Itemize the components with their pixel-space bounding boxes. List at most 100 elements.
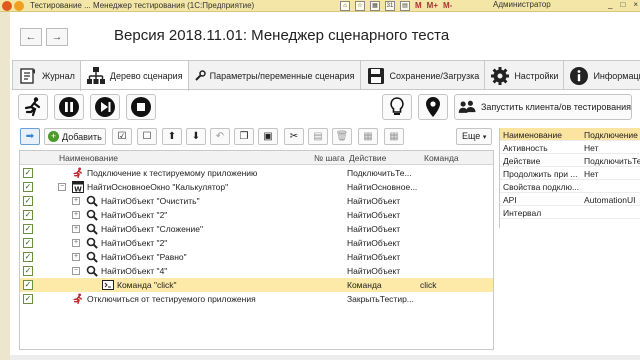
tab-info[interactable]: Информация xyxy=(563,60,640,90)
close-button[interactable]: × xyxy=(633,0,638,9)
grid-settings-button[interactable]: ▦ xyxy=(358,128,378,145)
collapse-icon[interactable]: − xyxy=(58,183,66,191)
tab-scenario-tree[interactable]: Дерево сценария xyxy=(79,60,189,91)
table-row[interactable]: ✓ Подключение к тестируемому приложению По… xyxy=(20,166,493,180)
step-button[interactable] xyxy=(90,94,120,120)
pause-button[interactable] xyxy=(54,94,84,120)
table-row[interactable]: ✓ − W НайтиОсновноеОкно "Калькулятор" НайтиО… xyxy=(20,180,493,194)
property-value[interactable]: AutomationUI xyxy=(584,195,636,205)
expand-icon[interactable]: + xyxy=(72,253,80,261)
home-icon[interactable]: ⌂ xyxy=(340,1,350,11)
launch-clients-button[interactable]: Запустить клиента/ов тестирования xyxy=(454,94,632,120)
copy-icon: ❐ xyxy=(239,131,249,142)
calculator-icon[interactable]: ▦ xyxy=(370,1,380,11)
property-row[interactable]: Действие ПодключитьТе xyxy=(500,154,640,167)
minimize-button[interactable]: _ xyxy=(608,0,612,9)
tab-parameters[interactable]: Параметры/переменные сценария xyxy=(187,60,361,90)
collapse-icon[interactable]: − xyxy=(72,267,80,275)
row-name: НайтиОбъект "Очистить" xyxy=(101,196,200,206)
row-checkbox[interactable]: ✓ xyxy=(23,280,33,290)
row-checkbox[interactable]: ✓ xyxy=(23,210,33,220)
row-checkbox[interactable]: ✓ xyxy=(23,182,33,192)
property-row[interactable]: Интервал xyxy=(500,206,640,219)
uncheck-all-button[interactable]: ☐ xyxy=(137,128,157,145)
table-row[interactable]: ✓ − НайтиОбъект "4" НайтиОбъект xyxy=(20,264,493,278)
tab-settings[interactable]: Настройки xyxy=(484,60,565,90)
clipboard-icon[interactable]: ▤ xyxy=(400,1,410,11)
map-pin-icon xyxy=(426,97,440,117)
row-name: НайтиОбъект "2" xyxy=(101,210,168,220)
clipboard-copy-button[interactable]: ▤ xyxy=(308,128,328,145)
row-checkbox[interactable]: ✓ xyxy=(23,238,33,248)
memory-button[interactable]: M xyxy=(415,1,422,11)
star-icon[interactable]: ☆ xyxy=(355,1,365,11)
table-row[interactable]: ✓ + НайтиОбъект "Сложение" НайтиОбъект xyxy=(20,222,493,236)
grid-export-button[interactable]: ▦ xyxy=(384,128,404,145)
hint-button[interactable] xyxy=(382,94,412,120)
property-row[interactable]: API AutomationUI xyxy=(500,193,640,206)
table-row[interactable]: ✓ + НайтиОбъект "2" НайтиОбъект xyxy=(20,236,493,250)
property-key: Свойства подклю... xyxy=(503,182,580,192)
table-row[interactable]: ✓ Отключиться от тестируемого приложения З… xyxy=(20,292,493,306)
scenario-tree-grid[interactable]: Наименование № шага Действие Команда ✓ По… xyxy=(19,150,494,350)
delete-button[interactable]: 🗑 xyxy=(332,128,352,145)
property-row[interactable]: Наименование Подключение к xyxy=(500,128,640,141)
move-right-button[interactable]: ➡ xyxy=(20,128,40,145)
tab-label: Сохранение/Загрузка xyxy=(389,70,480,81)
run-scenario-button[interactable] xyxy=(18,94,48,120)
table-row[interactable]: ✓ + НайтиОбъект "Очистить" НайтиОбъект xyxy=(20,194,493,208)
row-checkbox[interactable]: ✓ xyxy=(23,252,33,262)
property-value[interactable]: Нет xyxy=(584,143,598,153)
paste-button[interactable]: ▣ xyxy=(258,128,278,145)
row-checkbox[interactable]: ✓ xyxy=(23,196,33,206)
table-row[interactable]: ✓ + НайтиОбъект "Равно" НайтиОбъект xyxy=(20,250,493,264)
forward-button[interactable]: → xyxy=(46,28,68,46)
expand-icon[interactable]: + xyxy=(72,197,80,205)
runner-icon xyxy=(72,167,84,179)
table-row[interactable]: ✓ Команда "click" Команда click xyxy=(20,278,493,292)
property-row[interactable]: Активность Нет xyxy=(500,141,640,154)
arrow-right-icon: ➡ xyxy=(25,131,35,142)
expand-icon[interactable]: + xyxy=(72,239,80,247)
check-all-button[interactable]: ☑ xyxy=(112,128,132,145)
undo-button[interactable]: ↶ xyxy=(210,128,230,145)
memory-plus-button[interactable]: M+ xyxy=(427,1,438,11)
expand-icon[interactable]: + xyxy=(72,211,80,219)
property-value[interactable]: Нет xyxy=(584,169,598,179)
memory-minus-button[interactable]: M- xyxy=(443,1,452,11)
column-header-name[interactable]: Наименование xyxy=(59,153,118,163)
properties-panel: Наименование Подключение к Активность Нет Де… xyxy=(499,128,640,228)
property-value[interactable]: Подключение к xyxy=(584,130,640,140)
row-checkbox[interactable]: ✓ xyxy=(23,224,33,234)
stop-button[interactable] xyxy=(126,94,156,120)
property-row[interactable]: Продолжить при ... Нет xyxy=(500,167,640,180)
column-header-command[interactable]: Команда xyxy=(424,153,459,163)
row-checkbox[interactable]: ✓ xyxy=(23,168,33,178)
column-header-step[interactable]: № шага xyxy=(314,153,345,163)
row-checkbox[interactable]: ✓ xyxy=(23,294,33,304)
title-bar: Тестирование ... Менеджер тестирования (… xyxy=(0,0,640,12)
property-row[interactable]: Свойства подклю... xyxy=(500,180,640,193)
cut-button[interactable]: ✂ xyxy=(284,128,304,145)
column-header-action[interactable]: Действие xyxy=(349,153,386,163)
tab-journal[interactable]: Журнал xyxy=(12,60,81,90)
expand-icon[interactable]: + xyxy=(72,225,80,233)
copy-button[interactable]: ❐ xyxy=(234,128,254,145)
location-button[interactable] xyxy=(418,94,448,120)
table-row[interactable]: ✓ + НайтиОбъект "2" НайтиОбъект xyxy=(20,208,493,222)
table-export-icon: ▦ xyxy=(389,131,399,142)
row-checkbox[interactable]: ✓ xyxy=(23,266,33,276)
more-button[interactable]: Еще ▾ xyxy=(456,128,492,145)
menu-icon[interactable] xyxy=(14,0,24,11)
back-button[interactable]: ← xyxy=(20,28,42,46)
magnifier-icon xyxy=(86,223,98,235)
maximize-button[interactable]: □ xyxy=(620,0,625,9)
move-up-button[interactable]: ⬆ xyxy=(162,128,182,145)
user-name[interactable]: Администратор xyxy=(493,0,551,9)
tab-save-load[interactable]: Сохранение/Загрузка xyxy=(359,60,486,90)
calendar-icon[interactable]: 31 xyxy=(385,1,395,11)
property-key: Действие xyxy=(503,156,541,166)
move-down-button[interactable]: ⬇ xyxy=(186,128,206,145)
property-value[interactable]: ПодключитьТе xyxy=(584,156,640,166)
add-button[interactable]: + Добавить xyxy=(44,128,106,145)
